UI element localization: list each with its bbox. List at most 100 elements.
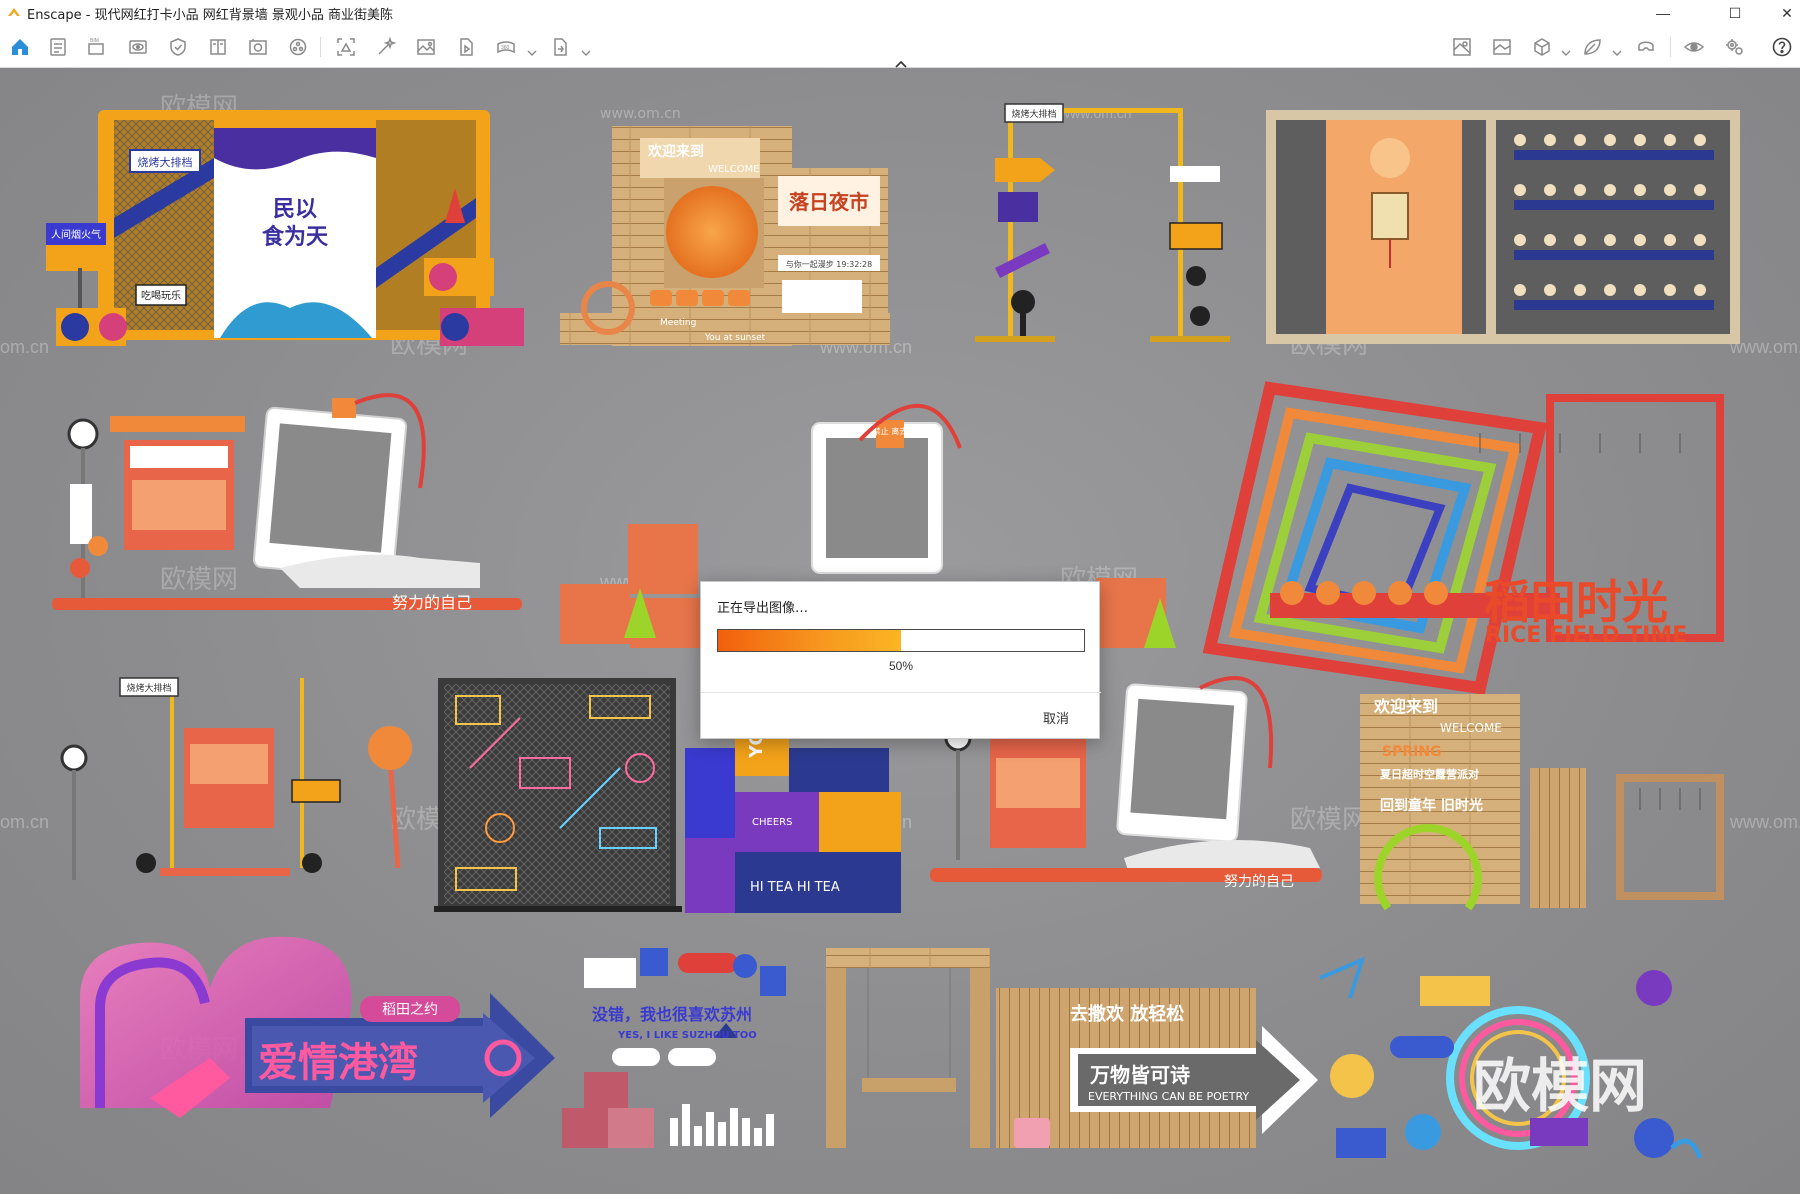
watermark-text: www.om.cn xyxy=(1729,812,1800,832)
no-leave-sign: 禁止 离去 xyxy=(873,426,908,436)
cube-dropdown-caret[interactable] xyxy=(1561,44,1571,56)
photo-booth-model-left: 努力的自己 xyxy=(52,393,522,612)
image-frame-icon[interactable] xyxy=(1490,35,1514,59)
cancel-button[interactable]: 取消 xyxy=(1043,708,1069,727)
rice-field-time-en: RICE FIELD TIME xyxy=(1485,623,1687,648)
fireworks-sign: 人间烟火气 xyxy=(51,228,101,241)
magic-wand-icon[interactable] xyxy=(374,35,398,59)
hi-tea-text: HI TEA HI TEA xyxy=(750,880,840,895)
watermark-text: 欧模网 xyxy=(1290,804,1368,834)
meeting-text: Meeting xyxy=(660,318,696,328)
sunset-title: 落日夜市 xyxy=(789,190,869,214)
export-dropdown-caret[interactable] xyxy=(581,44,591,56)
cube-icon[interactable] xyxy=(1530,35,1554,59)
lantern-wall-model xyxy=(1266,110,1740,344)
export-progress-bar xyxy=(717,629,1085,652)
poetry-en-text: EVERYTHING CAN BE POETRY xyxy=(1088,1090,1249,1103)
food-title-line-1: 民以 xyxy=(273,197,317,222)
grill-sign: 烧烤大排档 xyxy=(138,155,193,169)
wood-swing-model: 去撒欢 放轻松 万物皆可诗 EVERYTHING CAN BE POETRY xyxy=(826,948,1318,1148)
watermark-text: 欧模网 xyxy=(160,564,238,594)
spring-wall-model: 欢迎来到 WELCOME SPRING 夏日超时空露营派对 回到童年 旧时光 xyxy=(1360,694,1724,911)
dialog-divider xyxy=(701,692,1101,693)
sunset-welcome: 欢迎来到 xyxy=(647,143,704,160)
cheers-text: CHEERS xyxy=(752,817,792,828)
suzhou-stickers-model: 没错，我也很喜欢苏州 YES, I LIKE SUZHOU TOO xyxy=(562,948,786,1148)
sunset-welcome-en: WELCOME xyxy=(708,164,760,175)
eye-icon[interactable] xyxy=(1682,35,1706,59)
bim-label: BIM xyxy=(90,38,99,44)
document-title: 现代网红打卡小品 网红背景墙 景观小品 商业街美陈 xyxy=(94,7,393,23)
fry-sign: 吃喝玩乐 xyxy=(141,289,181,302)
rice-field-time-title: 稻田时光 xyxy=(1484,575,1668,629)
love-harbor-model: 爱情港湾 稻田之约 xyxy=(80,936,555,1118)
video-icon[interactable] xyxy=(454,35,478,59)
app-name: Enscape xyxy=(27,7,82,23)
spring-text: SPRING xyxy=(1382,744,1442,760)
close-button[interactable]: ✕ xyxy=(1764,0,1800,26)
shield-icon[interactable] xyxy=(166,35,190,59)
leaf-icon[interactable] xyxy=(1580,35,1604,59)
export-progress-percent: 50% xyxy=(888,659,914,673)
suzhou-text: 没错，我也很喜欢苏州 xyxy=(592,1005,752,1024)
image-icon[interactable] xyxy=(414,35,438,59)
export-icon[interactable] xyxy=(548,35,572,59)
gears-icon[interactable] xyxy=(1722,35,1746,59)
minimize-button[interactable]: — xyxy=(1640,0,1686,26)
document-icon[interactable] xyxy=(46,35,70,59)
love-harbor-title: 爱情港湾 xyxy=(258,1040,418,1086)
grill-sign-3: 烧烤大排档 xyxy=(126,682,171,694)
help-icon[interactable] xyxy=(1770,35,1794,59)
suzhou-en-text: YES, I LIKE SUZHOU TOO xyxy=(617,1030,757,1041)
watermark-logo: 欧模网 xyxy=(1473,1052,1647,1120)
export-progress-dialog: 正在导出图像… 50% 取消 xyxy=(700,581,1101,739)
rice-field-time-model: 稻田时光 RICE FIELD TIME xyxy=(1202,381,1724,695)
panorama-360-icon[interactable]: 360 xyxy=(494,35,518,59)
toolbar-separator-right xyxy=(1670,37,1671,57)
panorama-dropdown-caret[interactable] xyxy=(527,44,537,56)
library-icon[interactable] xyxy=(246,35,270,59)
grill-sign-2: 烧烤大排档 xyxy=(1011,108,1056,120)
leaf-dropdown-caret[interactable] xyxy=(1612,44,1622,56)
neon-circles-model: 欧模网 xyxy=(1319,956,1703,1159)
capture-icon[interactable] xyxy=(334,35,358,59)
sunset-market-model: 欢迎来到 WELCOME 落日夜市 与你一起漫步 19:32:28 Meetin… xyxy=(560,126,890,346)
bim-icon[interactable]: BIM xyxy=(84,35,108,59)
enscape-window: Enscape - 现代网红打卡小品 网红背景墙 景观小品 商业街美陈 — ☐ … xyxy=(0,0,1800,1194)
summer-party-text: 夏日超时空露营派对 xyxy=(1380,767,1479,781)
sunset-time: 与你一起漫步 19:32:28 xyxy=(786,259,872,269)
watermark-text: om.cn xyxy=(0,337,49,357)
neon-wall-model xyxy=(434,678,682,912)
spring-welcome: 欢迎来到 xyxy=(1373,697,1438,716)
signpost-model-small: 烧烤大排档 xyxy=(60,677,412,880)
poetry-text: 万物皆可诗 xyxy=(1089,1063,1190,1087)
eye-frame-icon[interactable] xyxy=(126,35,150,59)
export-message: 正在导出图像… xyxy=(717,601,809,616)
effort-text-2: 努力的自己 xyxy=(1224,874,1294,890)
spring-welcome-en: WELCOME xyxy=(1440,721,1502,735)
watermark-text: www.om.cn xyxy=(600,106,681,122)
rice-promise-text: 稻田之约 xyxy=(382,1002,438,1018)
title-bar: Enscape - 现代网红打卡小品 网红背景墙 景观小品 商业街美陈 — ☐ … xyxy=(0,0,1800,26)
export-progress-fill xyxy=(718,630,901,651)
food-title-line-2: 食为天 xyxy=(262,224,329,250)
at-sunset-text: You at sunset xyxy=(704,333,766,343)
maximize-button[interactable]: ☐ xyxy=(1712,0,1758,26)
childhood-text: 回到童年 旧时光 xyxy=(1380,797,1483,814)
render-viewport[interactable]: www.om.cn www.om.cn 欧模网 om.cn 欧模网 www.om… xyxy=(0,68,1800,1194)
home-icon[interactable] xyxy=(8,35,32,59)
signpost-model: 烧烤大排档 xyxy=(975,103,1230,342)
toolbar-separator xyxy=(320,37,321,57)
title-separator: - xyxy=(81,7,95,23)
effort-text: 努力的自己 xyxy=(392,593,472,612)
relax-text: 去撒欢 放轻松 xyxy=(1070,1003,1184,1025)
food-stall-model: 民以 食为天 烧烤大排档 吃喝玩乐 人间烟火气 xyxy=(46,110,524,346)
enscape-logo-icon xyxy=(7,6,21,20)
book-icon[interactable] xyxy=(206,35,230,59)
settings-circle-icon[interactable] xyxy=(286,35,310,59)
window-title: Enscape - 现代网红打卡小品 网红背景墙 景观小品 商业街美陈 xyxy=(27,4,393,23)
collapse-toolbar-chevron-icon[interactable] xyxy=(894,56,908,68)
map-icon[interactable] xyxy=(1450,35,1474,59)
watermark-text: om.cn xyxy=(0,812,49,832)
vr-headset-icon[interactable] xyxy=(1634,35,1658,59)
